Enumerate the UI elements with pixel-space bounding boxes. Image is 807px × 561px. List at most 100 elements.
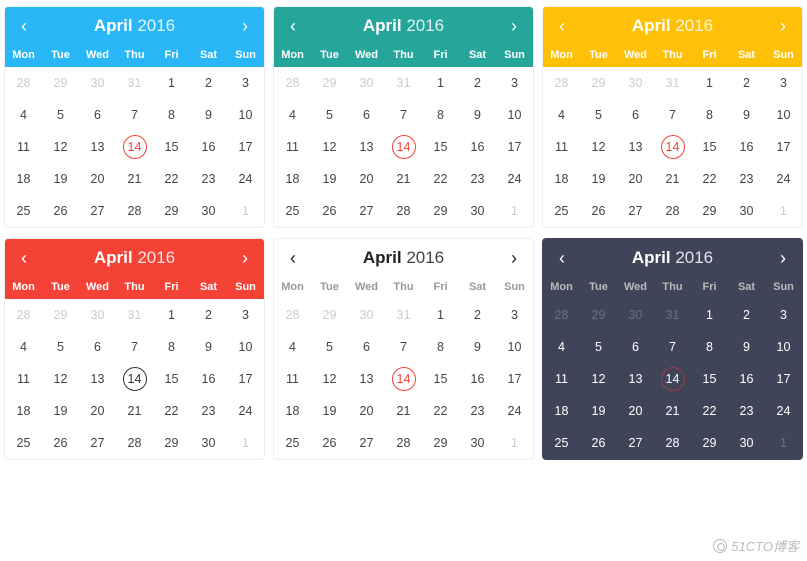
day-cell[interactable]: 29 xyxy=(691,195,728,227)
day-cell[interactable]: 22 xyxy=(422,163,459,195)
day-cell-other-month[interactable]: 30 xyxy=(617,67,654,99)
day-cell[interactable]: 10 xyxy=(227,331,264,363)
day-cell[interactable]: 26 xyxy=(42,427,79,459)
day-cell[interactable]: 16 xyxy=(459,131,496,163)
day-cell[interactable]: 5 xyxy=(580,331,617,363)
day-cell[interactable]: 21 xyxy=(116,395,153,427)
day-cell[interactable]: 5 xyxy=(42,99,79,131)
month-year-label[interactable]: April 2016 xyxy=(632,248,713,268)
day-cell[interactable]: 21 xyxy=(654,163,691,195)
day-cell[interactable]: 23 xyxy=(190,163,227,195)
day-cell[interactable]: 7 xyxy=(385,331,422,363)
prev-month-button[interactable]: ‹ xyxy=(13,247,35,269)
day-cell-other-month[interactable]: 30 xyxy=(79,299,116,331)
prev-month-button[interactable]: ‹ xyxy=(282,15,304,37)
day-cell[interactable]: 8 xyxy=(691,99,728,131)
day-cell[interactable]: 1 xyxy=(422,299,459,331)
day-cell[interactable]: 20 xyxy=(348,395,385,427)
day-cell[interactable]: 9 xyxy=(190,331,227,363)
day-cell[interactable]: 7 xyxy=(654,99,691,131)
day-cell[interactable]: 4 xyxy=(5,331,42,363)
day-cell[interactable]: 3 xyxy=(227,67,264,99)
day-cell[interactable]: 22 xyxy=(153,163,190,195)
day-cell[interactable]: 19 xyxy=(42,395,79,427)
day-cell[interactable]: 25 xyxy=(5,195,42,227)
day-cell[interactable]: 15 xyxy=(422,131,459,163)
day-cell[interactable]: 15 xyxy=(422,363,459,395)
day-cell[interactable]: 2 xyxy=(190,67,227,99)
day-cell[interactable]: 27 xyxy=(348,195,385,227)
day-cell[interactable]: 3 xyxy=(227,299,264,331)
day-cell[interactable]: 11 xyxy=(5,363,42,395)
day-cell[interactable]: 28 xyxy=(116,195,153,227)
day-cell-today[interactable]: 14 xyxy=(116,363,153,395)
next-month-button[interactable]: › xyxy=(772,15,794,37)
day-cell[interactable]: 23 xyxy=(459,395,496,427)
month-year-label[interactable]: April 2016 xyxy=(363,248,444,268)
day-cell-other-month[interactable]: 29 xyxy=(311,67,348,99)
day-cell[interactable]: 20 xyxy=(79,163,116,195)
day-cell-other-month[interactable]: 31 xyxy=(385,67,422,99)
day-cell[interactable]: 3 xyxy=(496,299,533,331)
day-cell[interactable]: 5 xyxy=(42,331,79,363)
day-cell[interactable]: 1 xyxy=(691,299,728,331)
day-cell[interactable]: 6 xyxy=(617,99,654,131)
day-cell[interactable]: 11 xyxy=(543,363,580,395)
day-cell[interactable]: 22 xyxy=(691,163,728,195)
month-year-label[interactable]: April 2016 xyxy=(94,248,175,268)
day-cell[interactable]: 20 xyxy=(617,163,654,195)
day-cell[interactable]: 2 xyxy=(459,67,496,99)
day-cell[interactable]: 8 xyxy=(422,99,459,131)
day-cell[interactable]: 16 xyxy=(728,363,765,395)
day-cell[interactable]: 10 xyxy=(765,99,802,131)
day-cell[interactable]: 26 xyxy=(580,427,617,459)
day-cell[interactable]: 16 xyxy=(728,131,765,163)
day-cell[interactable]: 27 xyxy=(79,427,116,459)
day-cell[interactable]: 9 xyxy=(728,99,765,131)
day-cell[interactable]: 18 xyxy=(543,163,580,195)
day-cell[interactable]: 6 xyxy=(79,331,116,363)
day-cell[interactable]: 21 xyxy=(385,163,422,195)
day-cell[interactable]: 19 xyxy=(311,163,348,195)
day-cell[interactable]: 15 xyxy=(691,363,728,395)
day-cell[interactable]: 18 xyxy=(5,163,42,195)
day-cell[interactable]: 28 xyxy=(385,427,422,459)
day-cell[interactable]: 24 xyxy=(227,395,264,427)
day-cell[interactable]: 27 xyxy=(617,195,654,227)
day-cell[interactable]: 7 xyxy=(385,99,422,131)
day-cell-other-month[interactable]: 1 xyxy=(496,195,533,227)
day-cell-other-month[interactable]: 31 xyxy=(654,299,691,331)
day-cell[interactable]: 4 xyxy=(274,99,311,131)
day-cell[interactable]: 1 xyxy=(153,299,190,331)
day-cell[interactable]: 26 xyxy=(311,427,348,459)
day-cell[interactable]: 17 xyxy=(765,131,802,163)
day-cell[interactable]: 16 xyxy=(190,363,227,395)
day-cell[interactable]: 15 xyxy=(153,363,190,395)
next-month-button[interactable]: › xyxy=(503,15,525,37)
day-cell[interactable]: 29 xyxy=(422,195,459,227)
day-cell[interactable]: 27 xyxy=(79,195,116,227)
day-cell[interactable]: 12 xyxy=(42,131,79,163)
day-cell[interactable]: 7 xyxy=(116,99,153,131)
day-cell[interactable]: 20 xyxy=(348,163,385,195)
next-month-button[interactable]: › xyxy=(772,247,794,269)
day-cell-today[interactable]: 14 xyxy=(385,131,422,163)
day-cell[interactable]: 25 xyxy=(543,427,580,459)
day-cell[interactable]: 28 xyxy=(385,195,422,227)
day-cell[interactable]: 16 xyxy=(459,363,496,395)
day-cell[interactable]: 28 xyxy=(654,195,691,227)
day-cell[interactable]: 10 xyxy=(765,331,802,363)
day-cell[interactable]: 12 xyxy=(311,131,348,163)
day-cell[interactable]: 21 xyxy=(385,395,422,427)
day-cell[interactable]: 24 xyxy=(765,395,802,427)
day-cell[interactable]: 23 xyxy=(459,163,496,195)
day-cell-today[interactable]: 14 xyxy=(385,363,422,395)
day-cell[interactable]: 22 xyxy=(422,395,459,427)
day-cell-other-month[interactable]: 28 xyxy=(543,67,580,99)
day-cell[interactable]: 28 xyxy=(654,427,691,459)
day-cell[interactable]: 26 xyxy=(580,195,617,227)
day-cell[interactable]: 2 xyxy=(190,299,227,331)
day-cell-other-month[interactable]: 31 xyxy=(654,67,691,99)
day-cell-other-month[interactable]: 31 xyxy=(385,299,422,331)
day-cell[interactable]: 1 xyxy=(691,67,728,99)
